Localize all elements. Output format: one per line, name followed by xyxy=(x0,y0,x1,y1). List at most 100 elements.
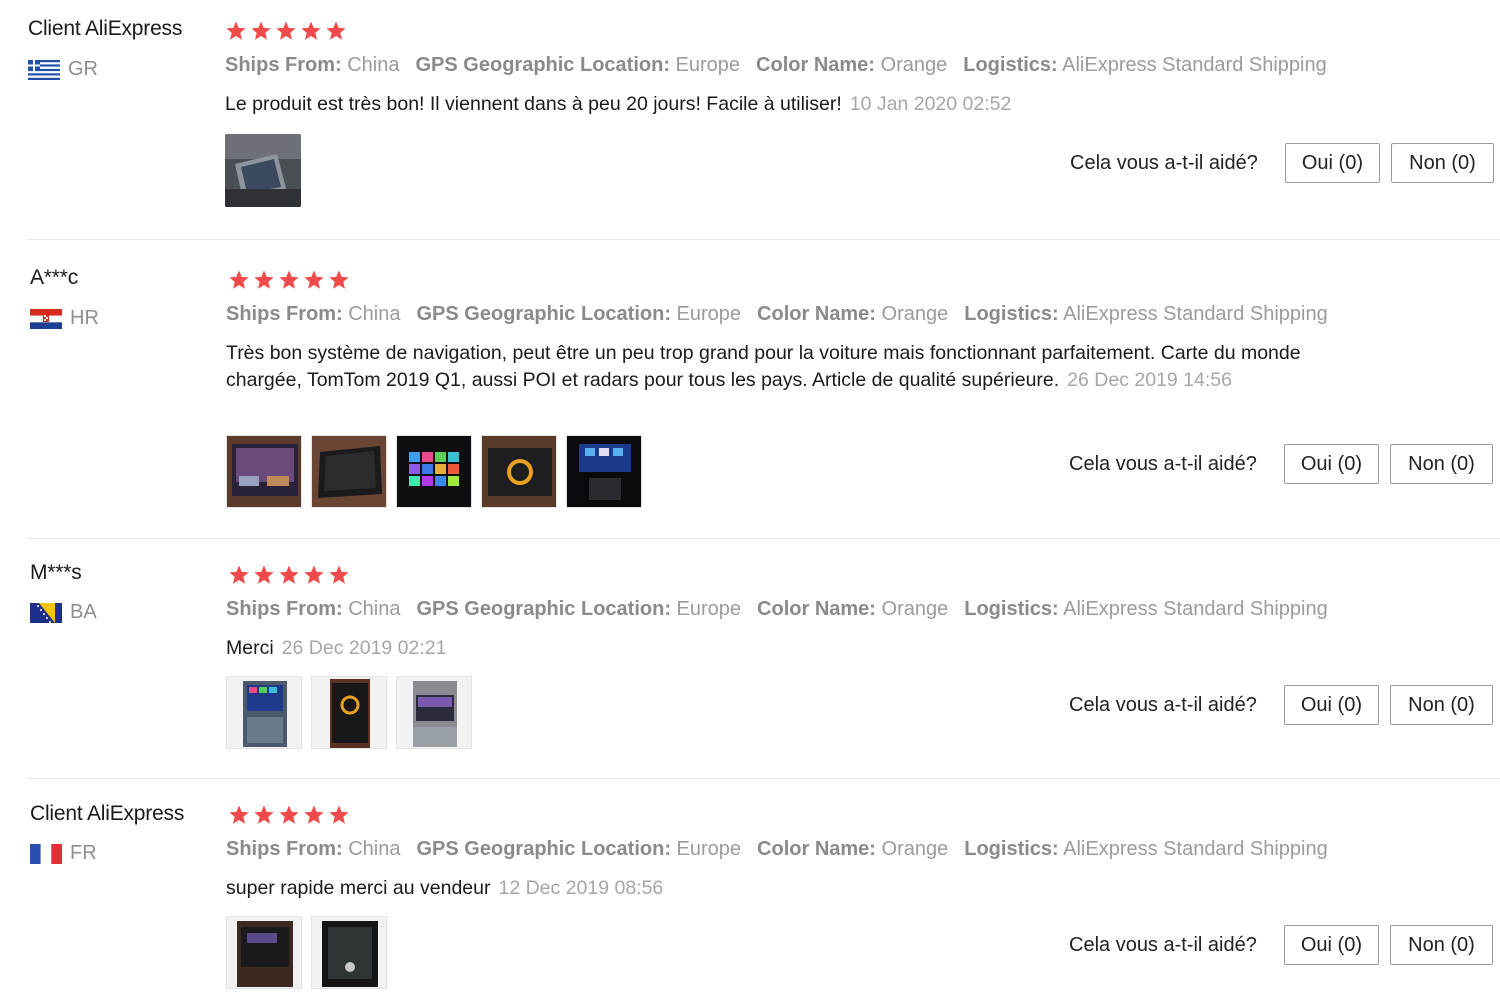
order-attributes: Ships From: China GPS Geographic Location… xyxy=(226,838,1344,861)
attribute-key: Ships From: xyxy=(225,54,342,76)
yes-vote-button[interactable]: Oui (0) xyxy=(1283,444,1379,484)
star-icon xyxy=(329,805,349,824)
star-rating xyxy=(228,804,350,826)
star-icon xyxy=(251,21,271,40)
order-attribute: GPS Geographic Location: Europe xyxy=(417,303,742,326)
review-photo[interactable] xyxy=(225,134,301,207)
attribute-value: China xyxy=(348,303,401,325)
star-icon xyxy=(326,21,346,40)
star-icon xyxy=(304,270,324,289)
order-attribute: Color Name: Orange xyxy=(757,303,948,326)
helpful-vote: Cela vous a-t-il aidé? Oui (0) Non (0) xyxy=(1069,685,1493,725)
star-icon xyxy=(254,270,274,289)
reviewer-name: M***s xyxy=(30,561,82,584)
order-attribute: GPS Geographic Location: Europe xyxy=(416,54,741,77)
star-icon xyxy=(304,805,324,824)
star-rating xyxy=(225,20,347,42)
order-attribute: Ships From: China xyxy=(225,54,400,77)
star-icon xyxy=(329,270,349,289)
review-photo[interactable] xyxy=(566,435,642,508)
order-attributes: Ships From: China GPS Geographic Location… xyxy=(226,598,1344,621)
review-photo[interactable] xyxy=(481,435,557,508)
attribute-key: Logistics: xyxy=(964,838,1059,860)
review-photos xyxy=(225,134,301,207)
order-attribute: Ships From: China xyxy=(226,303,401,326)
order-attribute: Logistics: AliExpress Standard Shipping xyxy=(963,54,1327,77)
order-attribute: Color Name: Orange xyxy=(756,54,947,77)
attribute-key: GPS Geographic Location: xyxy=(416,838,671,860)
flag-croatia-icon xyxy=(30,308,62,329)
attribute-value: Orange xyxy=(880,54,948,76)
order-attribute: Logistics: AliExpress Standard Shipping xyxy=(964,838,1328,861)
helpful-label: Cela vous a-t-il aidé? xyxy=(1069,452,1257,475)
review-photo[interactable] xyxy=(226,676,302,749)
attribute-value: AliExpress Standard Shipping xyxy=(1063,838,1328,860)
attribute-key: Color Name: xyxy=(757,838,876,860)
attribute-value: AliExpress Standard Shipping xyxy=(1063,303,1328,325)
helpful-vote: Cela vous a-t-il aidé? Oui (0) Non (0) xyxy=(1069,444,1493,484)
review-photo[interactable] xyxy=(226,435,302,508)
reviewer-name: Client AliExpress xyxy=(28,17,183,40)
attribute-value: China xyxy=(348,838,401,860)
review-photo[interactable] xyxy=(311,435,387,508)
attribute-key: Logistics: xyxy=(963,54,1058,76)
helpful-label: Cela vous a-t-il aidé? xyxy=(1070,151,1258,174)
yes-vote-button[interactable]: Oui (0) xyxy=(1284,143,1380,183)
reviewer-country: FR xyxy=(30,842,97,865)
order-attribute: Ships From: China xyxy=(226,838,401,861)
star-icon xyxy=(301,21,321,40)
star-icon xyxy=(279,565,299,584)
review-divider xyxy=(28,778,1500,779)
review-body: Le produit est très bon! Il viennent dan… xyxy=(225,93,842,115)
order-attributes: Ships From: China GPS Geographic Location… xyxy=(225,54,1343,77)
attribute-value: AliExpress Standard Shipping xyxy=(1062,54,1327,76)
attribute-key: Color Name: xyxy=(757,303,876,325)
star-icon xyxy=(229,270,249,289)
review-date: 26 Dec 2019 02:21 xyxy=(281,637,447,659)
star-icon xyxy=(329,565,349,584)
helpful-label: Cela vous a-t-il aidé? xyxy=(1069,693,1257,716)
helpful-label: Cela vous a-t-il aidé? xyxy=(1069,933,1257,956)
review-photo[interactable] xyxy=(396,435,472,508)
star-icon xyxy=(304,565,324,584)
attribute-key: GPS Geographic Location: xyxy=(415,54,670,76)
no-vote-button[interactable]: Non (0) xyxy=(1390,444,1493,484)
attribute-value: Europe xyxy=(676,598,742,620)
helpful-vote: Cela vous a-t-il aidé? Oui (0) Non (0) xyxy=(1069,925,1493,965)
country-code: GR xyxy=(68,58,98,80)
review-photo[interactable] xyxy=(311,676,387,749)
review-photo[interactable] xyxy=(226,916,302,989)
review-photo[interactable] xyxy=(396,676,472,749)
yes-vote-button[interactable]: Oui (0) xyxy=(1283,685,1379,725)
reviewer-name: Client AliExpress xyxy=(30,802,185,825)
flag-france-icon xyxy=(30,843,62,864)
review-date: 12 Dec 2019 08:56 xyxy=(498,877,664,899)
review-body: Merci xyxy=(226,637,274,659)
no-vote-button[interactable]: Non (0) xyxy=(1390,925,1493,965)
attribute-value: Europe xyxy=(675,54,741,76)
review-date: 26 Dec 2019 14:56 xyxy=(1067,369,1232,391)
review-divider xyxy=(28,538,1500,539)
no-vote-button[interactable]: Non (0) xyxy=(1391,143,1494,183)
attribute-value: China xyxy=(347,54,400,76)
reviewer-country: BA xyxy=(30,601,97,624)
star-rating xyxy=(228,564,350,586)
review-date: 10 Jan 2020 02:52 xyxy=(849,93,1012,115)
attribute-value: Orange xyxy=(881,838,949,860)
order-attribute: GPS Geographic Location: Europe xyxy=(417,838,742,861)
yes-vote-button[interactable]: Oui (0) xyxy=(1283,925,1379,965)
review-divider xyxy=(28,239,1500,240)
attribute-value: Orange xyxy=(881,598,949,620)
attribute-value: Orange xyxy=(881,303,949,325)
order-attribute: Ships From: China xyxy=(226,598,401,621)
attribute-key: Color Name: xyxy=(756,54,875,76)
star-icon xyxy=(276,21,296,40)
review-text: Très bon système de navigation, peut êtr… xyxy=(226,340,1356,394)
review-photos xyxy=(226,916,387,989)
attribute-key: Ships From: xyxy=(226,838,343,860)
attribute-value: Europe xyxy=(676,838,742,860)
review-photo[interactable] xyxy=(311,916,387,989)
attribute-value: Europe xyxy=(676,303,742,325)
no-vote-button[interactable]: Non (0) xyxy=(1390,685,1493,725)
review-photos xyxy=(226,435,642,508)
